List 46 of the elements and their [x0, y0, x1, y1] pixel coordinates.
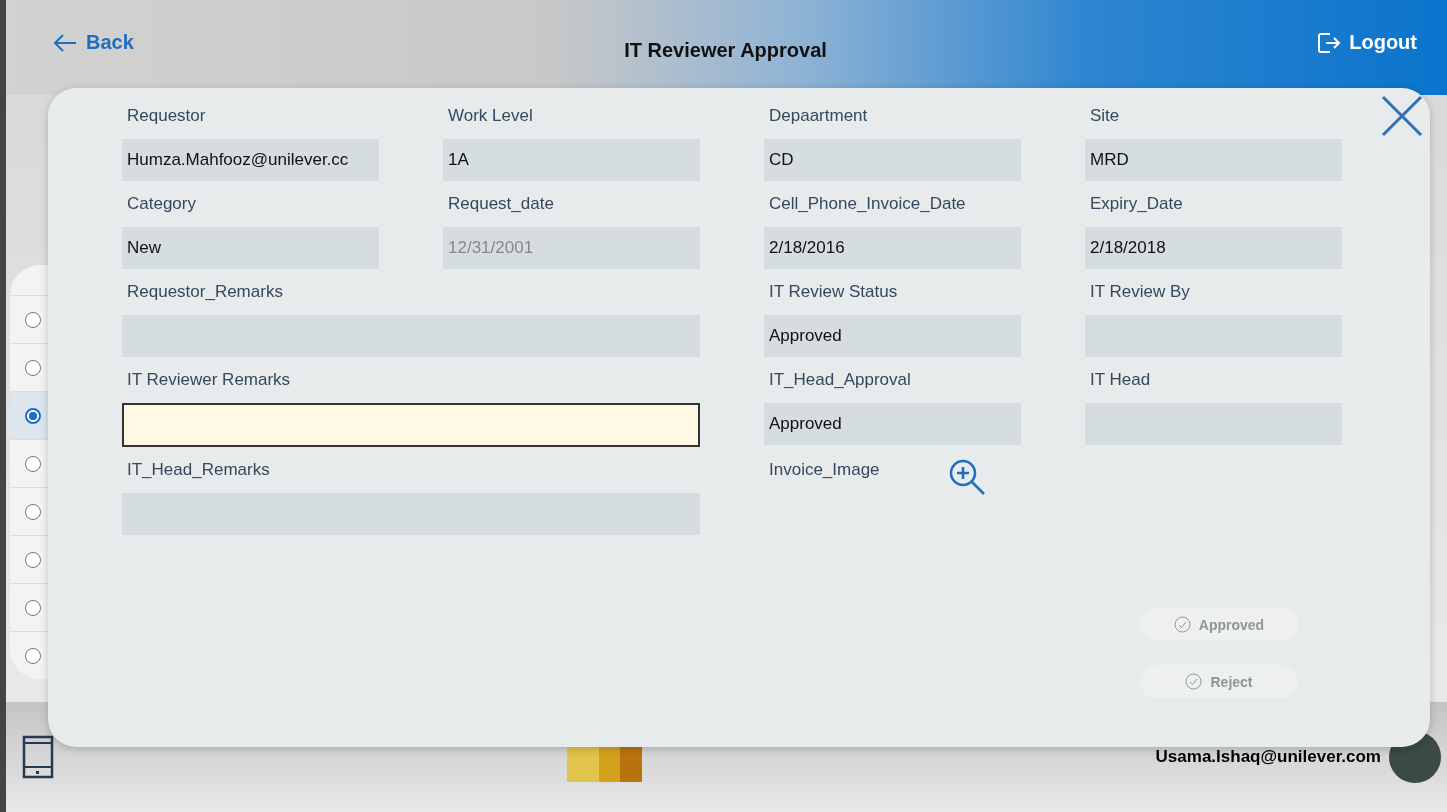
field-label: Request_date — [447, 193, 555, 215]
radio-button[interactable] — [25, 359, 41, 376]
input-field: 2/18/2018 — [1085, 227, 1342, 269]
field-label: IT Review By — [1089, 281, 1191, 303]
field-label: Requestor — [126, 105, 207, 127]
radio-button[interactable] — [25, 311, 41, 328]
back-button[interactable]: Back — [52, 31, 134, 54]
radio-button[interactable] — [25, 503, 41, 520]
field-label: IT Reviewer Remarks — [126, 369, 292, 391]
input-field: CD — [764, 139, 1021, 181]
logout-icon — [1317, 31, 1342, 54]
input-field: 2/18/2016 — [764, 227, 1021, 269]
field-label: IT_Head_Approval — [768, 369, 912, 391]
input-field: 12/31/2001 — [443, 227, 700, 269]
input-field: Approved — [764, 315, 1021, 357]
input-field: 1A — [443, 139, 700, 181]
page-title: IT Reviewer Approval — [624, 39, 827, 62]
field-label: IT Head — [1089, 369, 1152, 391]
check-circle-icon — [1185, 673, 1203, 690]
field-label: Work Level — [447, 105, 534, 127]
field-label: IT_Head_Remarks — [126, 459, 271, 481]
field-label: Category — [126, 193, 197, 215]
zoom-in-icon[interactable] — [947, 458, 986, 496]
field-label: Cell_Phone_Invoice_Date — [768, 193, 967, 215]
field-label: Invoice_Image — [768, 459, 880, 481]
radio-button[interactable] — [25, 647, 41, 664]
input-field: Humza.Mahfooz@unilever.cc — [122, 139, 379, 181]
field-label: Site — [1089, 105, 1121, 127]
tablet-icon — [22, 735, 54, 779]
logout-button[interactable]: Logout — [1317, 31, 1417, 54]
check-circle-icon — [1173, 616, 1191, 633]
input-field: New — [122, 227, 379, 269]
radio-button[interactable] — [25, 407, 41, 424]
radio-button[interactable] — [25, 551, 41, 568]
input-field: MRD — [1085, 139, 1342, 181]
field-label: Depaartment — [768, 105, 869, 127]
field-label: Expiry_Date — [1089, 193, 1184, 215]
close-icon[interactable] — [1380, 94, 1424, 138]
radio-button[interactable] — [25, 455, 41, 472]
radio-button[interactable] — [25, 599, 41, 616]
field-label: IT Review Status — [768, 281, 899, 303]
user-email: Usama.Ishaq@unilever.com — [1155, 747, 1381, 767]
arrow-left-icon — [52, 31, 78, 54]
input-field: Approved — [764, 403, 1021, 445]
field-label: Requestor_Remarks — [126, 281, 284, 303]
input-field[interactable] — [122, 403, 700, 447]
